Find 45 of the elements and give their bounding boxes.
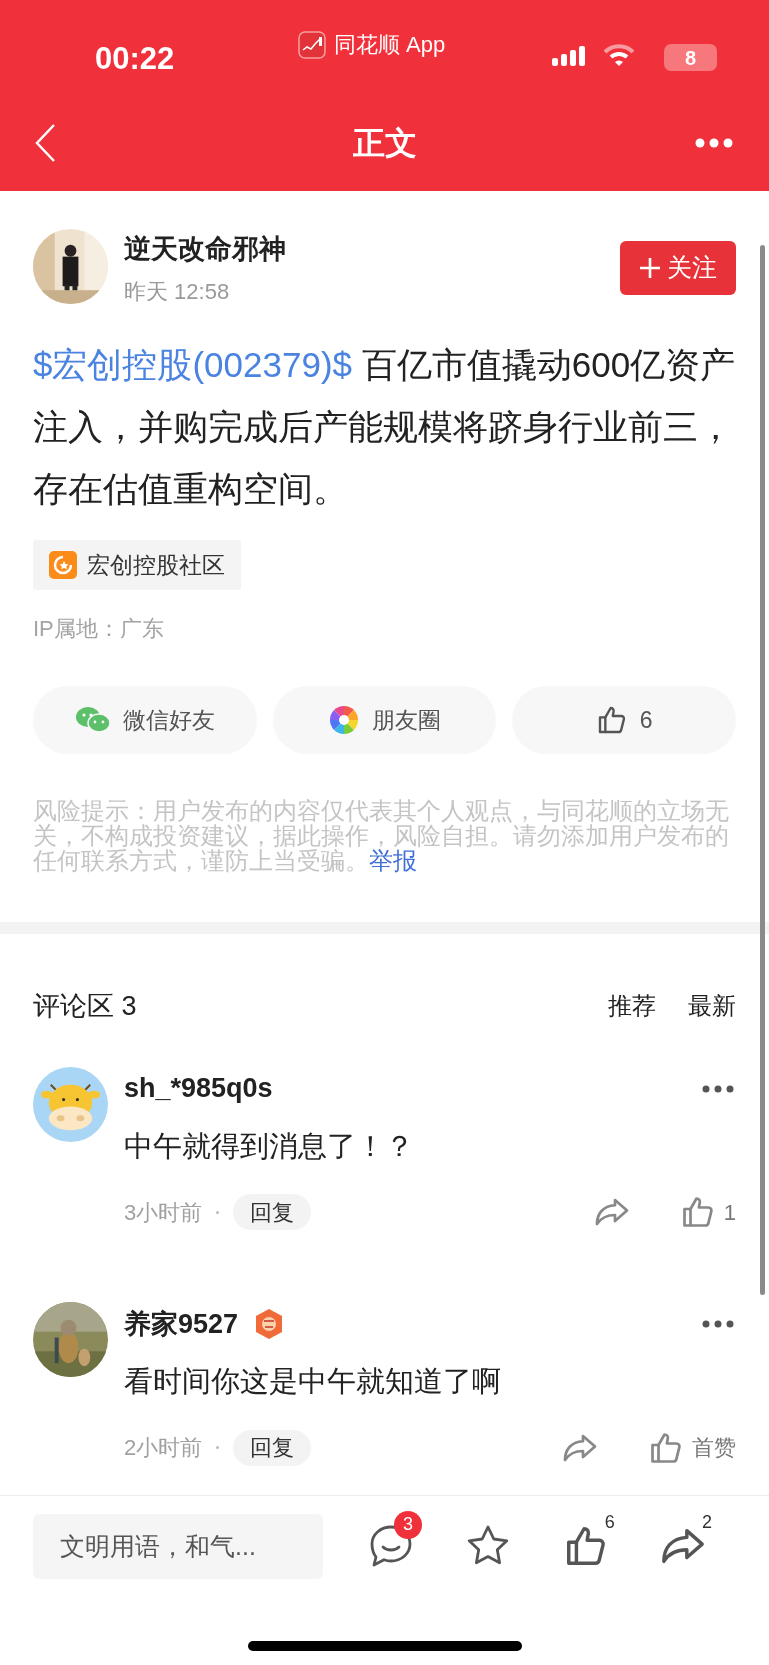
community-icon <box>49 551 77 579</box>
count-badge: 3 <box>394 1510 422 1539</box>
post-text: $宏创控股(002379)$ 百亿市值撬动600亿资产注入，并购完成后产能规模将跻身行业前三，存在估值重构空间。 <box>32 344 737 510</box>
sort-tab[interactable]: 最新 <box>688 988 736 1025</box>
more-icon[interactable] <box>695 138 733 148</box>
status-time: 00:22 <box>95 40 175 78</box>
scrollbar[interactable] <box>760 245 765 1295</box>
count-label: 6 <box>604 1510 615 1534</box>
comment-user: sh_*985q0s <box>124 1072 273 1106</box>
more-icon[interactable] <box>702 1320 734 1328</box>
like-button[interactable]: 首赞 <box>648 1429 736 1466</box>
sort-tab[interactable]: 推荐 <box>608 988 656 1025</box>
share-button[interactable]: 朋友圈 <box>272 686 497 754</box>
ip-location: IP属地：广东 <box>32 615 165 643</box>
author-name: 逆天改命邪神 <box>124 233 286 266</box>
risk-notice: 风险提示：用户发布的内容仅代表其个人观点，与同花顺的立场无关，不构成投资建议，据此操作，风险自担。请勿添加用户发布的任何联系方式，谨防上当受骗。举报 <box>32 799 730 874</box>
back-icon[interactable] <box>34 123 56 163</box>
plus-icon <box>639 257 661 279</box>
comment-time: 2小时前 <box>124 1434 203 1462</box>
community-tag[interactable]: 宏创控股社区 <box>33 540 241 590</box>
comment-input[interactable]: 文明用语，和气... <box>33 1514 323 1579</box>
stock-link[interactable]: $宏创控股(002379)$ <box>33 345 353 384</box>
app-icon <box>298 30 326 59</box>
reply-button[interactable]: 回复 <box>233 1194 312 1230</box>
battery-icon: 8 <box>664 44 717 71</box>
more-icon[interactable] <box>702 1084 734 1093</box>
comment-text: 看时间你这是中午就知道了啊 <box>124 1364 502 1399</box>
comment-time: 3小时前 <box>124 1198 203 1227</box>
like-button[interactable]: 1 <box>679 1194 736 1230</box>
page-title: 正文 <box>352 124 417 163</box>
wifi-icon <box>603 44 635 68</box>
comments-title: 评论区 3 <box>33 990 137 1023</box>
like-button[interactable]: 6 <box>512 686 736 754</box>
count-label: 2 <box>702 1510 712 1534</box>
aperture-icon <box>328 704 360 736</box>
wechat-icon <box>74 706 111 734</box>
post-time: 昨天 12:58 <box>124 278 231 306</box>
comment-text: 中午就得到消息了！？ <box>124 1128 415 1164</box>
follow-button[interactable]: 关注 <box>620 241 736 295</box>
reply-button[interactable]: 回复 <box>233 1429 312 1466</box>
comment-user: 养家9527 <box>124 1307 239 1341</box>
app-label: 同花顺 App <box>334 31 446 59</box>
report-link[interactable]: 举报 <box>369 848 417 874</box>
cow-avatar-icon <box>33 1066 108 1142</box>
share-button[interactable]: 微信好友 <box>33 686 257 754</box>
